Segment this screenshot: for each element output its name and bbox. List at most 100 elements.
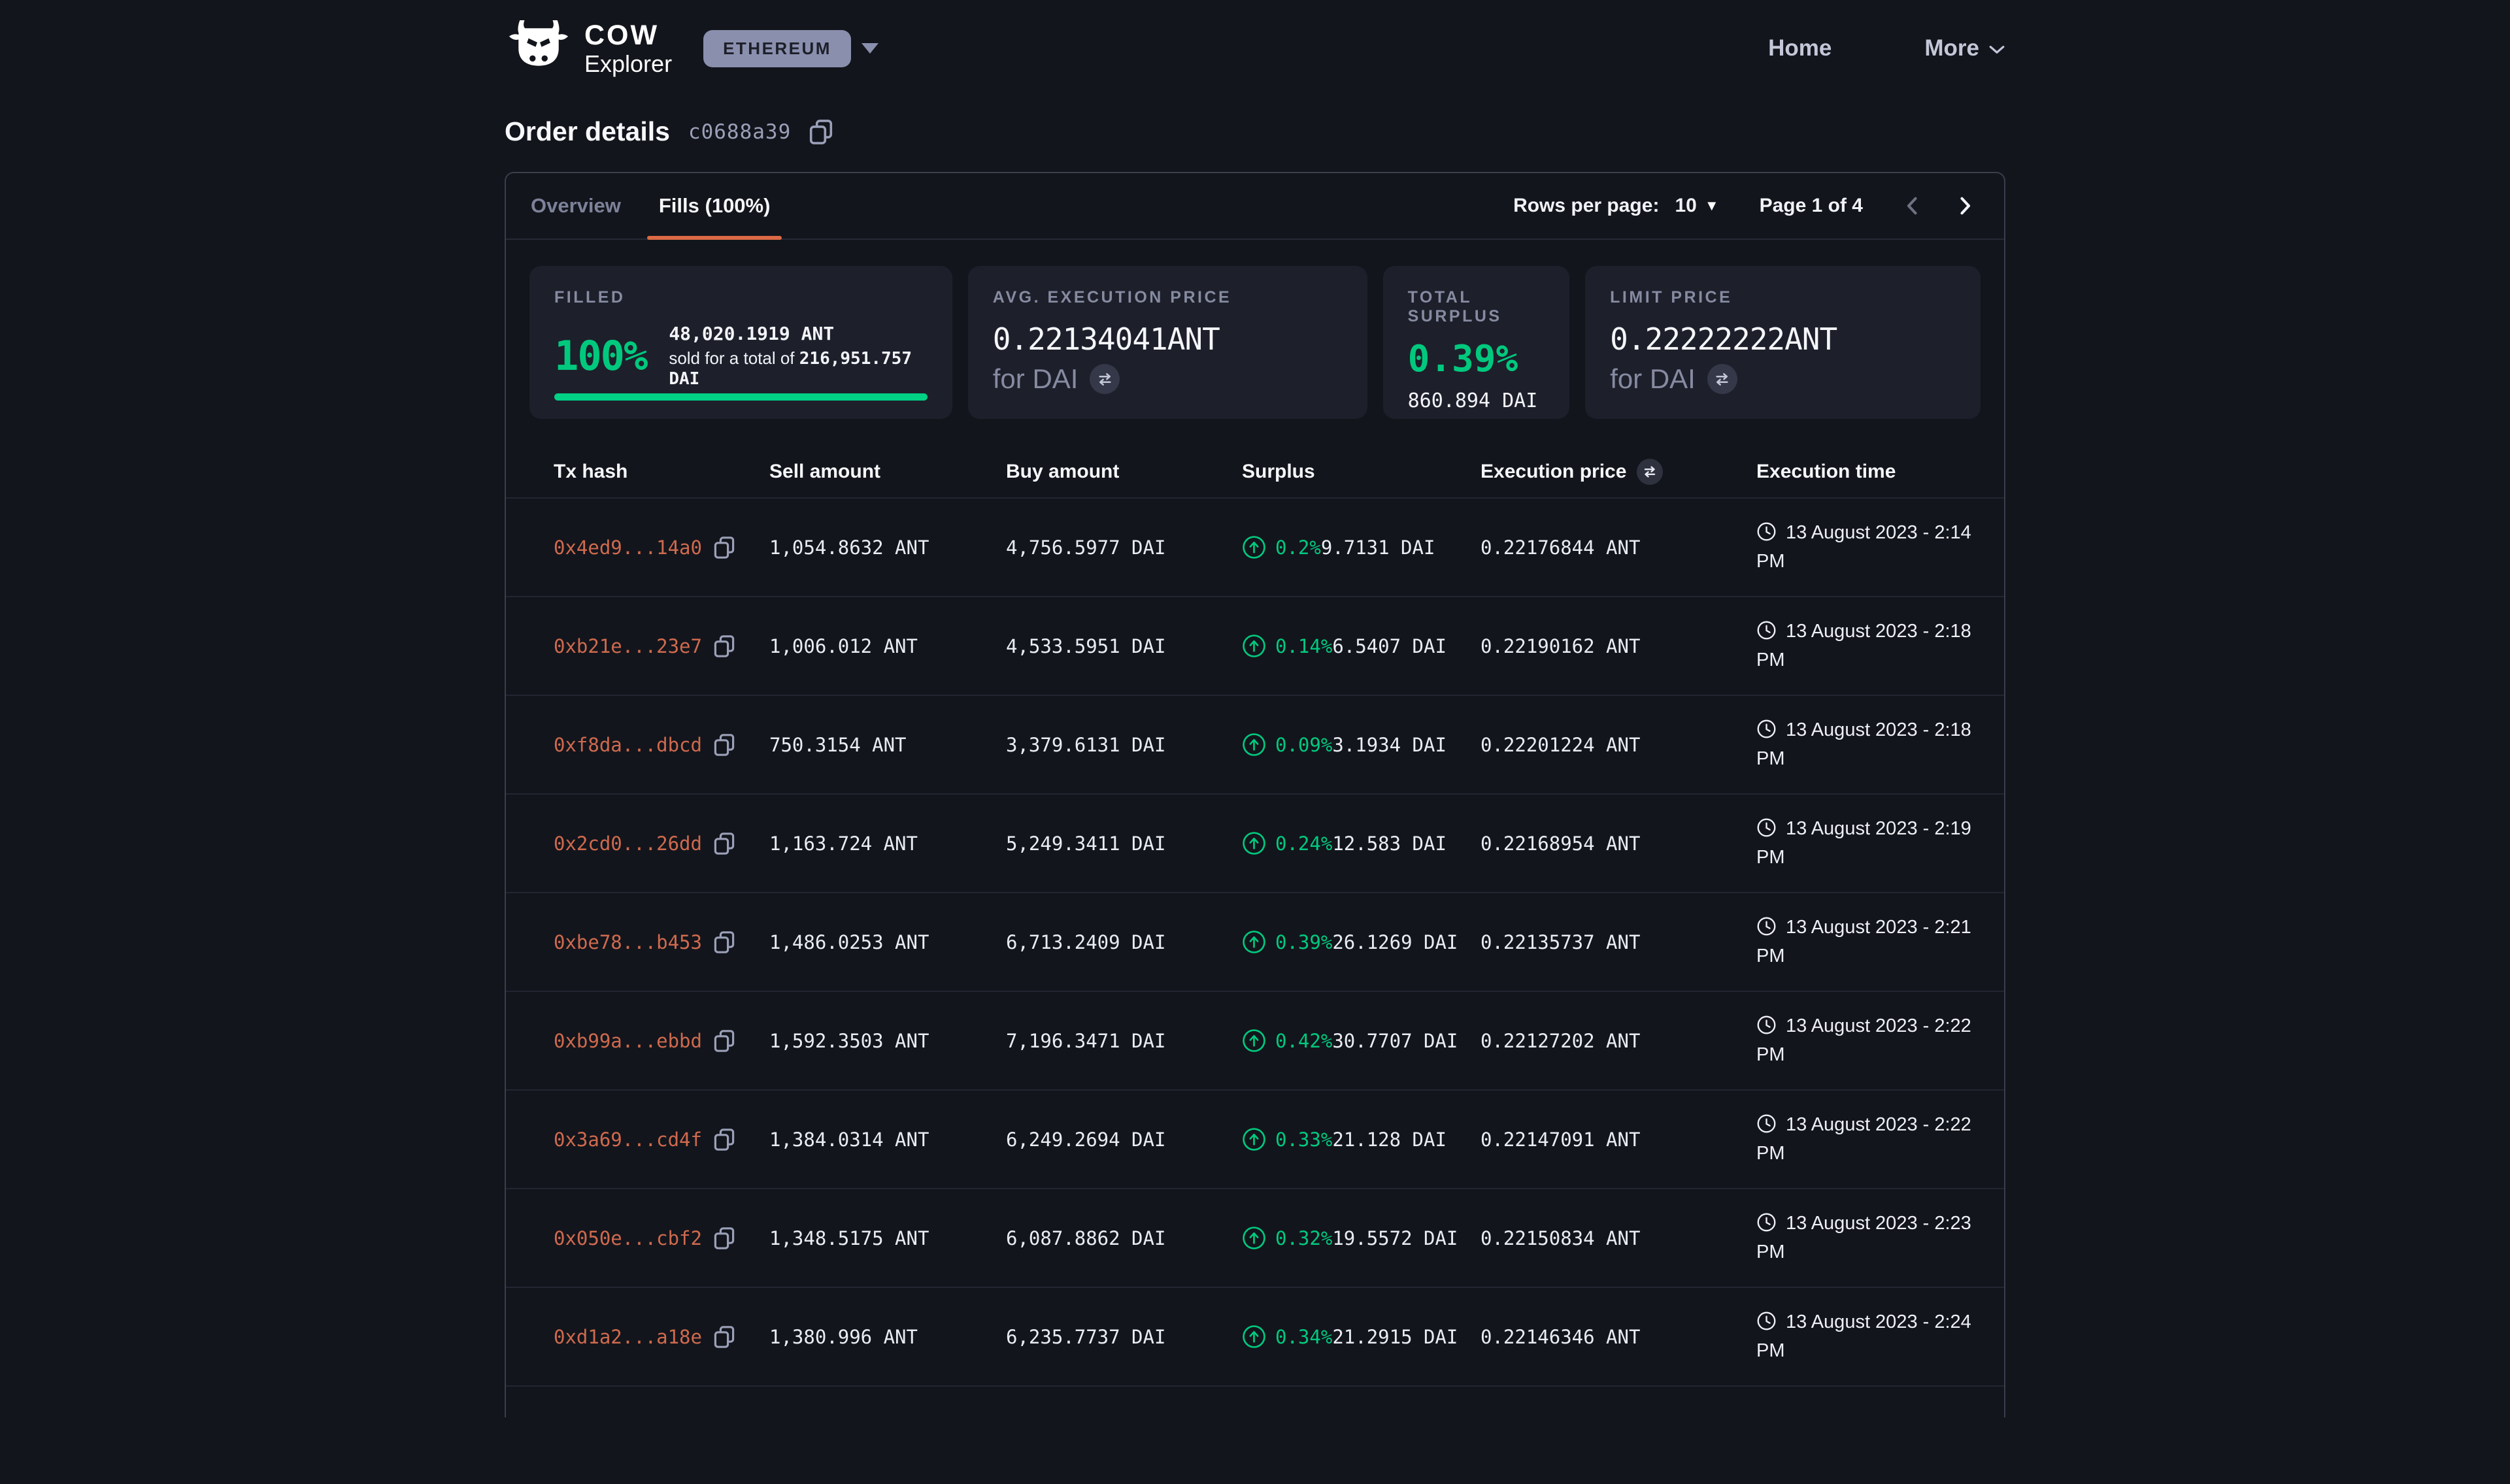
execution-price: 0.22127202 ANT [1481, 1030, 1756, 1052]
arrow-up-circle-icon [1242, 535, 1266, 559]
surplus: 0.34% 21.2915 DAI [1242, 1325, 1481, 1349]
surplus: 0.14% 6.5407 DAI [1242, 634, 1481, 658]
surplus-percent: 0.09% [1275, 734, 1332, 756]
tabs: Overview Fills (100%) [531, 173, 770, 239]
sell-amount: 1,380.996 ANT [769, 1326, 1006, 1348]
filled-percent: 100% [554, 332, 646, 380]
tx-hash-link[interactable]: 0x2cd0...26dd [554, 833, 702, 855]
tx-hash-link[interactable]: 0xf8da...dbcd [554, 734, 702, 756]
buy-amount: 4,756.5977 DAI [1006, 536, 1242, 559]
main-nav: Home More [1768, 35, 2005, 61]
surplus-amount: 30.7707 DAI [1332, 1030, 1458, 1052]
next-page-button[interactable] [1953, 194, 1977, 218]
total-surplus-amount: 860.894 DAI [1408, 389, 1545, 412]
filled-label: FILLED [554, 288, 928, 307]
execution-time: 13 August 2023 - 2:22 PM [1756, 1111, 1984, 1168]
copy-icon[interactable] [714, 1128, 735, 1151]
copy-icon[interactable] [714, 1227, 735, 1250]
tx-hash-link[interactable]: 0x4ed9...14a0 [554, 536, 702, 559]
pagination: Rows per page: 10 ▼ Page 1 of 4 [1513, 194, 1977, 218]
col-tx-hash: Tx hash [554, 461, 769, 483]
network-selector[interactable]: ETHEREUM [703, 30, 878, 67]
swap-arrows-icon[interactable] [1707, 364, 1737, 394]
network-dropdown-icon[interactable] [862, 43, 878, 54]
surplus-percent: 0.39% [1275, 931, 1332, 953]
clock-icon [1756, 521, 1777, 542]
copy-icon[interactable] [714, 635, 735, 658]
nav-home[interactable]: Home [1768, 35, 1832, 61]
fills-table: Tx hash Sell amount Buy amount Surplus E… [506, 446, 2004, 1484]
chevron-down-icon [1988, 35, 2005, 61]
surplus: 0.32% 19.5572 DAI [1242, 1226, 1481, 1250]
tx-hash-link[interactable]: 0x050e...cbf2 [554, 1227, 702, 1249]
buy-amount: 6,249.2694 DAI [1006, 1129, 1242, 1151]
cow-head-icon [505, 20, 573, 77]
buy-amount: 6,235.7737 DAI [1006, 1326, 1242, 1348]
tx-hash-link[interactable]: 0x3a69...cd4f [554, 1129, 702, 1151]
network-badge[interactable]: ETHEREUM [703, 30, 851, 67]
arrow-up-circle-icon [1242, 1029, 1266, 1053]
surplus-amount: 26.1269 DAI [1332, 931, 1458, 953]
clock-icon [1756, 620, 1777, 640]
avg-execution-price-unit: for DAI [993, 363, 1079, 395]
execution-price: 0.22150834 ANT [1481, 1227, 1756, 1249]
execution-time: 13 August 2023 - 2:24 PM [1756, 1308, 1984, 1365]
tx-hash-link[interactable]: 0xb99a...ebbd [554, 1030, 702, 1052]
col-execution-price: Execution price [1481, 459, 1756, 485]
tx-hash-link[interactable]: 0xb21e...23e7 [554, 635, 702, 657]
table-body: 0x4ed9...14a0 1,054.8632 ANT 4,756.5977 … [506, 497, 2004, 1484]
tx-hash-link[interactable]: 0xbe78...b453 [554, 931, 702, 953]
cow-explorer-logo[interactable]: COW Explorer [505, 20, 672, 77]
copy-icon[interactable] [714, 1325, 735, 1349]
col-surplus: Surplus [1242, 461, 1481, 483]
execution-price: 0.22168954 ANT [1481, 833, 1756, 855]
sell-amount: 1,486.0253 ANT [769, 931, 1006, 953]
arrow-up-circle-icon [1242, 1127, 1266, 1151]
surplus: 0.09% 3.1934 DAI [1242, 733, 1481, 757]
copy-icon[interactable] [714, 733, 735, 757]
tab-fills[interactable]: Fills (100%) [659, 173, 771, 239]
clock-icon [1756, 1113, 1777, 1134]
arrow-up-circle-icon [1242, 930, 1266, 954]
buy-amount: 5,249.3411 DAI [1006, 833, 1242, 855]
table-row [506, 1385, 2004, 1484]
dropdown-triangle-icon: ▼ [1705, 197, 1719, 214]
sell-amount: 750.3154 ANT [769, 734, 1006, 756]
filled-progress-track [554, 393, 928, 401]
surplus: 0.33% 21.128 DAI [1242, 1127, 1481, 1151]
swap-arrows-icon[interactable] [1637, 459, 1663, 485]
col-execution-time: Execution time [1756, 461, 1984, 483]
summary-cards: FILLED 100% 48,020.1919 ANT sold for a t… [506, 266, 2004, 419]
col-sell-amount: Sell amount [769, 461, 1006, 483]
filled-progress-fill [554, 393, 928, 401]
copy-icon[interactable] [714, 1029, 735, 1053]
rows-per-page-select[interactable]: 10 ▼ [1675, 195, 1718, 217]
execution-price: 0.22201224 ANT [1481, 734, 1756, 756]
execution-price: 0.22135737 ANT [1481, 931, 1756, 953]
total-surplus-card: TOTAL SURPLUS 0.39% 860.894 DAI [1383, 266, 1570, 419]
limit-price-unit: for DAI [1610, 363, 1696, 395]
tab-overview[interactable]: Overview [531, 173, 621, 239]
surplus-amount: 6.5407 DAI [1332, 635, 1447, 657]
surplus-percent: 0.33% [1275, 1129, 1332, 1151]
surplus-percent: 0.24% [1275, 833, 1332, 855]
table-header: Tx hash Sell amount Buy amount Surplus E… [506, 446, 2004, 497]
prev-page-button[interactable] [1901, 194, 1924, 218]
clock-icon [1756, 1015, 1777, 1035]
copy-icon[interactable] [714, 832, 735, 855]
surplus: 0.42% 30.7707 DAI [1242, 1029, 1481, 1053]
execution-time: 13 August 2023 - 2:18 PM [1756, 716, 1984, 773]
surplus: 0.39% 26.1269 DAI [1242, 930, 1481, 954]
execution-time: 13 August 2023 - 2:14 PM [1756, 519, 1984, 576]
surplus-percent: 0.34% [1275, 1326, 1332, 1348]
copy-icon[interactable] [714, 931, 735, 954]
copy-icon[interactable] [714, 536, 735, 559]
swap-arrows-icon[interactable] [1090, 364, 1120, 394]
sell-amount: 1,384.0314 ANT [769, 1129, 1006, 1151]
execution-time: 13 August 2023 - 2:18 PM [1756, 618, 1984, 674]
copy-order-id-button[interactable] [809, 119, 833, 145]
tx-hash-link[interactable]: 0xd1a2...a18e [554, 1326, 702, 1348]
execution-time: 13 August 2023 - 2:19 PM [1756, 815, 1984, 872]
execution-time: 13 August 2023 - 2:22 PM [1756, 1012, 1984, 1069]
nav-more[interactable]: More [1924, 35, 2005, 61]
